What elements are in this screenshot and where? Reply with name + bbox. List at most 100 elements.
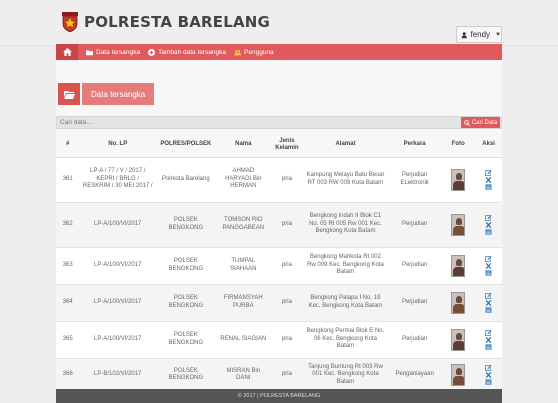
edit-icon[interactable] [485, 292, 492, 299]
nav-pengguna[interactable]: Pengguna [234, 49, 274, 56]
cell-foto [441, 284, 476, 322]
nav-data-tersangka[interactable]: Data tersangka [86, 49, 140, 56]
col-header-alamat[interactable]: Alamat [302, 133, 389, 158]
cell-perkara: Penganiayaan [388, 358, 442, 389]
delete-icon[interactable] [485, 176, 492, 183]
cell-number: 364 [56, 284, 80, 322]
col-header-polres[interactable]: POLRES/POLSEK [156, 133, 216, 158]
cell-aksi [475, 358, 502, 389]
col-header-no-lp[interactable]: No. LP [79, 133, 157, 158]
col-header-jenis-kelamin[interactable]: Jenis Kelamin [270, 133, 303, 158]
cell-number: 362 [56, 202, 80, 248]
col-header-perkara[interactable]: Perkara [388, 133, 442, 158]
search-bar: Cari Data [56, 116, 502, 129]
col-header-aksi[interactable]: Aksi [475, 133, 502, 158]
cell-perkara: Perjudian [388, 247, 442, 285]
users-icon [234, 49, 242, 55]
cell-foto [441, 247, 476, 285]
nav-tambah-data[interactable]: Tambah data tersangka [148, 48, 227, 56]
edit-icon[interactable] [485, 214, 492, 221]
cell-aksi [475, 202, 502, 248]
cell-nama: MISRAN Bin DANI [215, 358, 271, 389]
cell-jenis-kelamin: pria [270, 202, 303, 248]
folder-open-icon [58, 83, 80, 105]
brand[interactable]: POLRESTA BARELANG [62, 12, 270, 32]
cell-nama: RENAL SIAGIAN [215, 321, 271, 359]
col-header-foto[interactable]: Foto [441, 133, 476, 158]
nav-home[interactable] [56, 44, 78, 60]
print-icon[interactable] [485, 343, 492, 350]
delete-icon[interactable] [485, 262, 492, 269]
app-title: POLRESTA BARELANG [84, 13, 271, 31]
cell-perkara: Perjudian [388, 284, 442, 322]
edit-icon[interactable] [485, 329, 492, 336]
cell-no-lp: LP-A/100/VI/2017 [79, 284, 157, 322]
cell-nama: TUMPAL SIAHAAN [215, 247, 271, 285]
search-icon [463, 119, 470, 126]
suspect-photo[interactable] [451, 254, 466, 277]
cell-perkara: Perjudian [388, 321, 442, 359]
col-header-nama[interactable]: Nama [215, 133, 271, 158]
cell-foto [441, 202, 476, 248]
suspect-photo[interactable] [451, 364, 466, 386]
cell-no-lp: LP-A/100/VI/2017 [79, 202, 157, 248]
main-content: Data tersangka Cari Data # No. LP POLRES… [56, 60, 502, 389]
cell-jenis-kelamin: pria [270, 321, 303, 359]
cell-jenis-kelamin: pria [270, 284, 303, 322]
table-row: 364 LP-A/100/VI/2017 POLSEK BENGKONG FIRMAN… [56, 284, 502, 322]
cell-jenis-kelamin: pria [270, 157, 303, 203]
suspect-photo[interactable] [451, 328, 466, 351]
table-row: 362 LP-A/100/VI/2017 POLSEK BENGKONG TOMSON… [56, 202, 502, 248]
table-row: 366 LP-B/102/VI/2017 POLSEK BENGKONG MISRAN… [56, 358, 502, 389]
cell-no-lp: LP-A/100/VI/2017 [79, 321, 157, 359]
edit-icon[interactable] [485, 169, 492, 176]
cell-polres: Polresta Barelang [156, 157, 216, 203]
cell-perkara: Perjudian [388, 202, 442, 248]
cell-no-lp: LP-A / 77 / V / 2017 / KEPRI / BRLG / RE… [79, 157, 157, 203]
cell-polres: POLSEK BENGKONG [156, 284, 216, 322]
table-body: 361 LP-A / 77 / V / 2017 / KEPRI / BRLG /… [56, 157, 502, 389]
cell-polres: POLSEK BENGKONG [156, 358, 216, 389]
user-menu[interactable]: fendy ▼ [456, 26, 502, 43]
cell-nama: AHMAD HARYADI Bin HERMAN [215, 157, 271, 203]
print-icon[interactable] [485, 379, 492, 385]
suspect-photo[interactable] [451, 291, 466, 314]
cell-foto [441, 157, 476, 203]
cell-aksi [475, 321, 502, 359]
print-icon[interactable] [485, 306, 492, 313]
delete-icon[interactable] [485, 221, 492, 228]
edit-icon[interactable] [485, 365, 492, 371]
table-row: 365 LP-A/100/VI/2017 POLSEK BENGKONG RENAL … [56, 321, 502, 359]
cell-alamat: Tanjung Buntung Rt 003 Rw 001 Kec. Bengk… [302, 358, 389, 389]
col-header-number[interactable]: # [56, 133, 80, 158]
cell-jenis-kelamin: pria [270, 247, 303, 285]
cell-aksi [475, 284, 502, 322]
cell-jenis-kelamin: pria [270, 358, 303, 389]
print-icon[interactable] [485, 228, 492, 235]
table-row: 361 LP-A / 77 / V / 2017 / KEPRI / BRLG /… [56, 157, 502, 203]
cell-polres: POLSEK BENGKONG [156, 202, 216, 248]
cell-number: 361 [56, 157, 80, 203]
suspect-photo[interactable] [451, 168, 466, 191]
footer: © 2017 | POLRESTA BARELANG [56, 389, 502, 403]
delete-icon[interactable] [485, 336, 492, 343]
cell-polres: POLSEK BENGKONG [156, 321, 216, 359]
cell-no-lp: LP-A/100/VI/2017 [79, 247, 157, 285]
search-input[interactable] [60, 117, 440, 128]
top-bar: POLRESTA BARELANG fendy ▼ [0, 0, 558, 46]
delete-icon[interactable] [485, 299, 492, 306]
cell-number: 363 [56, 247, 80, 285]
delete-icon[interactable] [485, 372, 492, 378]
panel-title: Data tersangka [82, 83, 155, 105]
print-icon[interactable] [485, 269, 492, 276]
suspect-photo[interactable] [451, 213, 466, 236]
cell-perkara: Perjudian ELektronik [388, 157, 442, 203]
search-button[interactable]: Cari Data [461, 117, 500, 128]
main-nav: Data tersangka Tambah data tersangka Pen… [56, 44, 502, 60]
edit-icon[interactable] [485, 255, 492, 262]
user-name: fendy [470, 30, 491, 39]
cell-nama: FIRMANSYAH PURBA [215, 284, 271, 322]
nav-tambah-data-label: Tambah data tersangka [158, 48, 227, 56]
cell-foto [441, 321, 476, 359]
print-icon[interactable] [485, 183, 492, 190]
